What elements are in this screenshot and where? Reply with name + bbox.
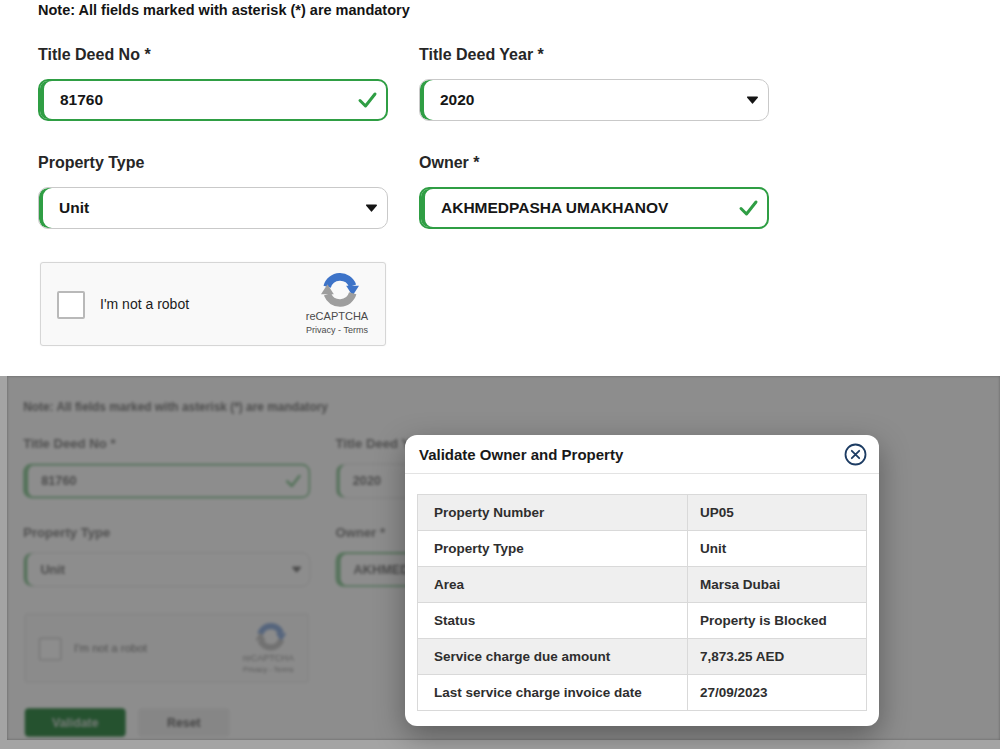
page: Note: All fields marked with asterisk (*… [0,0,1000,749]
check-icon [357,90,378,111]
owner-field: Owner * AKHMEDPASHA UMAKHANOV [419,154,769,229]
table-row: Property Type Unit [418,531,867,567]
recaptcha-terms-link[interactable]: Privacy - Terms [297,325,377,335]
modal-body: Property Number UP05 Property Type Unit … [405,474,879,711]
dimmed-background-section: Note: All fields marked with asterisk (*… [0,376,1000,749]
caret-down-icon [746,96,759,104]
owner-input[interactable]: AKHMEDPASHA UMAKHANOV [419,187,769,229]
check-icon [738,198,759,219]
recaptcha-logo-icon [321,271,359,309]
mandatory-note: Note: All fields marked with asterisk (*… [38,2,410,18]
property-details-table: Property Number UP05 Property Type Unit … [417,494,867,711]
property-type-label: Property Type [38,154,388,172]
title-deed-no-label: Title Deed No * [38,46,388,64]
owner-label: Owner * [419,154,769,172]
title-deed-no-input[interactable]: 81760 [38,79,388,121]
title-deed-year-label: Title Deed Year * [419,46,769,64]
title-deed-year-select[interactable]: 2020 [419,79,769,121]
table-row: Service charge due amount 7,873.25 AED [418,639,867,675]
table-row: Last service charge invoice date 27/09/2… [418,675,867,711]
modal-title: Validate Owner and Property [419,446,623,463]
recaptcha-label: I'm not a robot [100,296,189,312]
recaptcha-checkbox[interactable] [57,291,85,319]
modal-header: Validate Owner and Property [405,435,879,474]
validate-result-modal: Validate Owner and Property Property Num… [405,435,879,726]
property-type-field: Property Type Unit [38,154,388,229]
title-deed-no-field: Title Deed No * 81760 [38,46,388,121]
recaptcha-brand: reCAPTCHA [297,310,377,322]
title-deed-year-field: Title Deed Year * 2020 [419,46,769,121]
recaptcha-widget: I'm not a robot reCAPTCHA Privacy - Term… [40,262,386,346]
close-icon[interactable] [844,443,867,466]
table-row: Area Marsa Dubai [418,567,867,603]
table-row: Property Number UP05 [418,495,867,531]
table-row: Status Property is Blocked [418,603,867,639]
property-type-select[interactable]: Unit [38,187,388,229]
caret-down-icon [365,204,378,212]
